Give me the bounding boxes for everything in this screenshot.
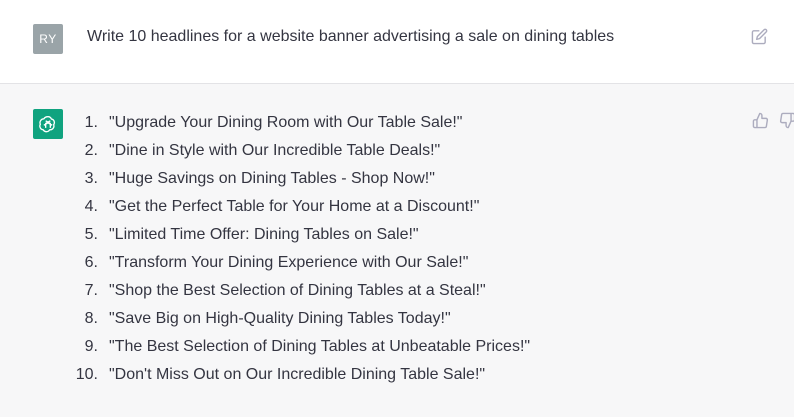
list-item-number: 3. [84, 170, 98, 187]
user-avatar: RY [33, 24, 63, 54]
user-avatar-initials: RY [39, 32, 57, 46]
list-item-number: 10. [75, 366, 98, 383]
edit-icon[interactable] [751, 28, 768, 45]
list-item-number: 1. [84, 114, 98, 131]
list-item-text: "Upgrade Your Dining Room with Our Table… [109, 114, 463, 131]
list-item-number: 7. [84, 282, 98, 299]
user-message-text: Write 10 headlines for a website banner … [87, 28, 615, 45]
list-item-number: 2. [84, 142, 98, 159]
list-item-number: 4. [84, 198, 98, 215]
user-message-row: RY Write 10 headlines for a website bann… [0, 0, 794, 84]
list-item-text: "Transform Your Dining Experience with O… [109, 254, 469, 271]
list-item-text: "Save Big on High-Quality Dining Tables … [109, 310, 451, 327]
list-item-text: "Get the Perfect Table for Your Home at … [109, 198, 480, 215]
thumbs-down-icon[interactable] [779, 112, 794, 129]
list-item-text: "Limited Time Offer: Dining Tables on Sa… [109, 226, 419, 243]
list-item-text: "Don't Miss Out on Our Incredible Dining… [109, 366, 486, 383]
list-item-text: "Dine in Style with Our Incredible Table… [109, 142, 441, 159]
list-item-number: 6. [84, 254, 98, 271]
assistant-message-row: 1. "Upgrade Your Dining Room with Our Ta… [0, 84, 794, 417]
thumbs-up-icon[interactable] [752, 112, 769, 129]
list-item-number: 5. [84, 226, 98, 243]
list-item-number: 8. [84, 310, 98, 327]
list-item-text: "Shop the Best Selection of Dining Table… [109, 282, 486, 299]
list-item-text: "Huge Savings on Dining Tables - Shop No… [109, 170, 435, 187]
list-item-text: "The Best Selection of Dining Tables at … [109, 338, 531, 355]
list-item-number: 9. [84, 338, 98, 355]
